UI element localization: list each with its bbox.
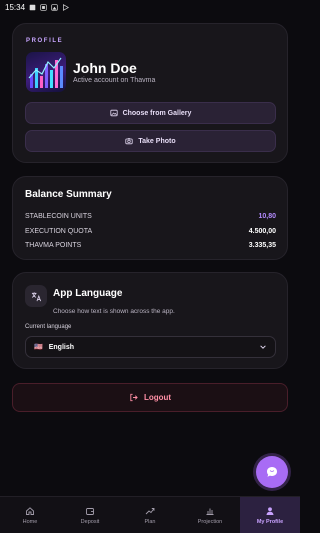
language-select[interactable]: 🇺🇸 English: [25, 336, 276, 358]
profile-subtitle: Active account on Thavma: [73, 77, 156, 84]
current-language-label: Current language: [25, 324, 72, 330]
nav-my-profile[interactable]: My Profile: [240, 497, 300, 533]
balance-value: 3.335,35: [248, 242, 276, 249]
logout-label: Logout: [143, 393, 172, 402]
settings-status-icon: [29, 4, 36, 10]
balance-label: THAVMA POINTS: [25, 242, 82, 249]
nav-label: Home: [22, 518, 38, 525]
translate-icon: [31, 291, 41, 301]
nav-deposit[interactable]: Deposit: [60, 497, 120, 533]
nav-projection[interactable]: Projection: [180, 497, 240, 533]
gallery-icon: [109, 109, 118, 117]
language-selected-value: English: [48, 343, 74, 351]
language-title: App Language: [53, 288, 123, 299]
profile-name: John Doe: [73, 60, 137, 76]
trend-icon: [145, 507, 155, 514]
user-icon: [266, 506, 274, 515]
balance-value: 4.500,00: [248, 228, 276, 235]
balance-value: 10,80: [258, 213, 276, 220]
home-icon: [26, 506, 34, 515]
chevron-down-icon: [260, 345, 266, 349]
status-time: 15:34: [5, 2, 26, 12]
balance-row-thavma-points: THAVMA POINTS 3.335,35: [25, 242, 276, 249]
take-photo-button[interactable]: Take Photo: [25, 130, 276, 152]
choose-gallery-button[interactable]: Choose from Gallery: [25, 102, 276, 124]
balance-summary-card: Balance Summary STABLECOIN UNITS 10,80 E…: [12, 176, 288, 260]
take-photo-label: Take Photo: [138, 137, 176, 145]
status-bar: 15:34: [0, 0, 300, 14]
bar-chart-icon: [206, 508, 214, 515]
avatar[interactable]: [26, 52, 66, 92]
notification-status-icon: [40, 3, 47, 11]
nav-home[interactable]: Home: [0, 497, 60, 533]
logout-icon: [130, 393, 138, 402]
balance-row-execution-quota: EXECUTION QUOTA 4.500,00: [25, 228, 276, 235]
app-language-card: App Language Choose how text is shown ac…: [12, 272, 288, 369]
chat-fab-button[interactable]: [256, 456, 288, 488]
nav-plan[interactable]: Plan: [120, 497, 180, 533]
logout-button[interactable]: Logout: [12, 383, 288, 412]
nav-label: Plan: [144, 518, 156, 525]
wallet-icon: [86, 507, 94, 515]
balance-row-stablecoin: STABLECOIN UNITS 10,80: [25, 213, 276, 220]
section-label: PROFILE: [26, 38, 64, 44]
camera-icon: [125, 138, 133, 145]
balance-title: Balance Summary: [25, 189, 112, 200]
nav-label: My Profile: [256, 518, 284, 525]
nav-label: Projection: [197, 518, 223, 525]
chat-bubble-icon: [267, 467, 277, 477]
bottom-nav: Home Deposit Plan Projection My Profile: [0, 496, 300, 533]
nav-label: Deposit: [80, 518, 100, 525]
image-status-icon: [51, 3, 58, 11]
balance-label: EXECUTION QUOTA: [25, 228, 93, 235]
translate-icon-box: [25, 285, 47, 307]
play-status-icon: [63, 3, 70, 11]
language-description: Choose how text is shown across the app.: [53, 308, 175, 315]
avatar-chart-icon: [28, 57, 63, 88]
profile-card: PROFILE John Doe Active account on Thavm…: [12, 23, 288, 163]
balance-label: STABLECOIN UNITS: [25, 213, 92, 220]
choose-gallery-label: Choose from Gallery: [122, 109, 192, 117]
us-flag-icon: 🇺🇸: [34, 344, 43, 351]
